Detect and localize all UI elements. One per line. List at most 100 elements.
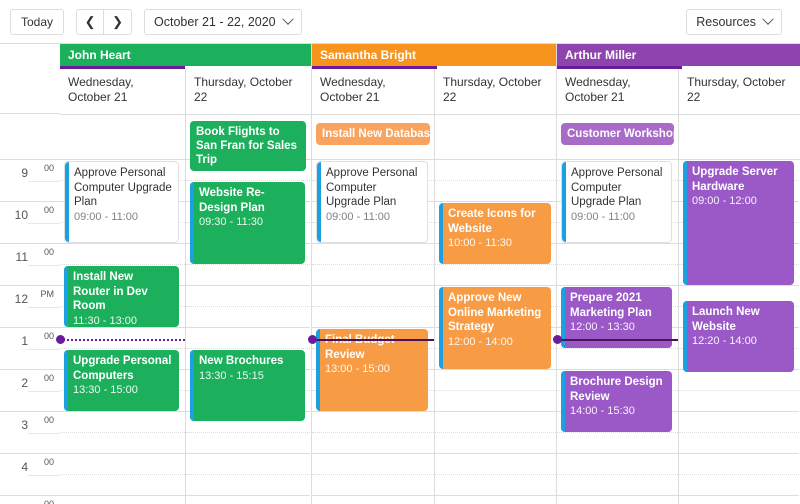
day-header-thursday[interactable]: Thursday, October 22 — [434, 69, 556, 114]
all-day-cell-wednesday[interactable] — [60, 115, 185, 160]
minute-label: 00 — [44, 373, 54, 383]
resources-dropdown-button[interactable]: Resources — [686, 9, 782, 35]
grid-cell[interactable] — [435, 370, 556, 412]
grid-cell[interactable] — [60, 454, 185, 496]
grid-cell[interactable] — [312, 412, 434, 454]
resource-header-row: John Heart Samantha Bright Arthur Miller — [0, 44, 800, 69]
appointment-color-bar — [683, 161, 687, 285]
time-slot-12pm: 12 PM — [0, 286, 60, 328]
minute-label: 00 — [44, 499, 54, 504]
half-hour-divider — [28, 223, 60, 224]
minute-label: 00 — [44, 205, 54, 215]
grid-cell[interactable] — [679, 412, 799, 454]
grid-cell[interactable] — [186, 454, 310, 496]
hour-label: 12 — [15, 292, 28, 306]
grid-cell[interactable] — [557, 454, 678, 496]
half-hour-divider — [28, 265, 60, 266]
resource-groups-header: John Heart Samantha Bright Arthur Miller — [60, 44, 800, 69]
grid-column-samantha-bright-wednesday[interactable]: Approve Personal Computer Upgrade Plan 0… — [312, 160, 434, 504]
grid-cell[interactable] — [312, 286, 434, 328]
grid-column-arthur-miller-thursday[interactable]: Upgrade Server Hardware 09:00 - 12:00 La… — [678, 160, 799, 504]
appointment[interactable]: Prepare 2021 Marketing Plan 12:00 - 13:3… — [561, 287, 672, 348]
appointment[interactable]: Upgrade Server Hardware 09:00 - 12:00 — [683, 161, 794, 285]
resource-header-arthur-miller[interactable]: Arthur Miller — [557, 44, 800, 66]
appointment-time: 12:20 - 14:00 — [692, 334, 788, 349]
day-header-wednesday[interactable]: Wednesday, October 21 — [557, 69, 678, 114]
appointment-grid: Approve Personal Computer Upgrade Plan 0… — [60, 160, 800, 504]
appointment-title: Approve Personal Computer Upgrade Plan — [326, 166, 421, 210]
appointment[interactable]: Brochure Design Review 14:00 - 15:30 — [561, 371, 672, 432]
grid-cell[interactable] — [557, 244, 678, 286]
grid-cell[interactable] — [679, 496, 799, 504]
appointment[interactable]: Approve Personal Computer Upgrade Plan 0… — [64, 161, 179, 243]
scheduler-toolbar: Today ❮ ❯ October 21 - 22, 2020 Resource… — [0, 0, 800, 43]
grid-cell[interactable] — [186, 286, 310, 328]
grid-column-john-heart-wednesday[interactable]: Approve Personal Computer Upgrade Plan 0… — [60, 160, 185, 504]
grid-cell[interactable] — [557, 496, 678, 504]
appointment-time: 09:00 - 12:00 — [692, 194, 788, 209]
appointment[interactable]: New Brochures 13:30 - 15:15 — [190, 350, 305, 421]
today-button[interactable]: Today — [10, 9, 64, 35]
all-day-appointment[interactable]: Install New Database — [316, 123, 430, 145]
hour-label: 1 — [21, 334, 28, 348]
appointment-title: Approve New Online Marketing Strategy — [448, 291, 545, 335]
day-header-thursday[interactable]: Thursday, October 22 — [185, 69, 310, 114]
grid-cell[interactable] — [312, 244, 434, 286]
grid-cell[interactable] — [312, 496, 434, 504]
grid-group-john-heart: Approve Personal Computer Upgrade Plan 0… — [60, 160, 311, 504]
minute-label: 00 — [44, 331, 54, 341]
appointment-title: Approve Personal Computer Upgrade Plan — [74, 166, 172, 210]
resource-group-arthur-miller: Arthur Miller — [556, 44, 800, 69]
appointment[interactable]: Install New Router in Dev Room 11:30 - 1… — [64, 266, 179, 327]
appointment[interactable]: Create Icons for Website 10:00 - 11:30 — [439, 203, 551, 264]
hour-label: 2 — [21, 376, 28, 390]
appointment-time: 13:00 - 15:00 — [325, 362, 422, 377]
grid-cell[interactable] — [435, 160, 556, 202]
grid-column-arthur-miller-wednesday[interactable]: Approve Personal Computer Upgrade Plan 0… — [557, 160, 678, 504]
appointment-color-bar — [65, 162, 69, 242]
time-slot-10am: 10 00 — [0, 202, 60, 244]
appointment[interactable]: Website Re-Design Plan 09:30 - 11:30 — [190, 182, 305, 264]
grid-cell[interactable] — [679, 370, 799, 412]
appointment-color-bar — [683, 301, 687, 372]
all-day-cell-thursday[interactable]: Book Flights to San Fran for Sales Trip — [185, 115, 310, 160]
appointment[interactable]: Upgrade Personal Computers 13:30 - 15:00 — [64, 350, 179, 411]
all-day-appointment[interactable]: Customer Workshop — [561, 123, 674, 145]
all-day-cell-wednesday[interactable]: Customer Workshop — [557, 115, 678, 160]
hour-label: 4 — [21, 460, 28, 474]
grid-column-john-heart-thursday[interactable]: Website Re-Design Plan 09:30 - 11:30 New… — [185, 160, 310, 504]
appointment[interactable]: Approve New Online Marketing Strategy 12… — [439, 287, 551, 369]
appointment-color-bar — [190, 182, 194, 264]
day-header-thursday[interactable]: Thursday, October 22 — [678, 69, 799, 114]
appointment-time: 09:00 - 11:00 — [74, 210, 172, 225]
day-header-wednesday[interactable]: Wednesday, October 21 — [312, 69, 434, 114]
next-period-button[interactable]: ❯ — [104, 10, 131, 34]
all-day-cell-wednesday[interactable]: Install New Database — [312, 115, 434, 160]
previous-period-button[interactable]: ❮ — [77, 10, 104, 34]
resource-header-john-heart[interactable]: John Heart — [60, 44, 311, 66]
grid-cell[interactable] — [60, 412, 185, 454]
appointment[interactable]: Approve Personal Computer Upgrade Plan 0… — [316, 161, 428, 243]
all-day-cell-thursday[interactable] — [434, 115, 556, 160]
appointment-title: New Brochures — [199, 354, 299, 369]
minute-label: 00 — [44, 415, 54, 425]
date-range-selector[interactable]: October 21 - 22, 2020 — [144, 9, 302, 35]
grid-cell[interactable] — [60, 496, 185, 504]
chevron-down-icon — [762, 13, 773, 24]
appointment[interactable]: Approve Personal Computer Upgrade Plan 0… — [561, 161, 672, 243]
resource-header-samantha-bright[interactable]: Samantha Bright — [312, 44, 556, 66]
grid-column-samantha-bright-thursday[interactable]: Create Icons for Website 10:00 - 11:30 A… — [434, 160, 556, 504]
grid-cell[interactable] — [435, 454, 556, 496]
appointment[interactable]: Final Budget Review 13:00 - 15:00 — [316, 329, 428, 411]
appointment-color-bar — [190, 350, 194, 421]
grid-cell[interactable] — [679, 454, 799, 496]
grid-cell[interactable] — [186, 496, 310, 504]
appointment-time: 13:30 - 15:15 — [199, 369, 299, 384]
grid-cell[interactable] — [312, 454, 434, 496]
all-day-cell-thursday[interactable] — [678, 115, 799, 160]
all-day-cells: Book Flights to San Fran for Sales Trip … — [60, 115, 800, 160]
appointment[interactable]: Launch New Website 12:20 - 14:00 — [683, 301, 794, 372]
day-header-wednesday[interactable]: Wednesday, October 21 — [60, 69, 185, 114]
grid-cell[interactable] — [435, 496, 556, 504]
grid-cell[interactable] — [435, 412, 556, 454]
